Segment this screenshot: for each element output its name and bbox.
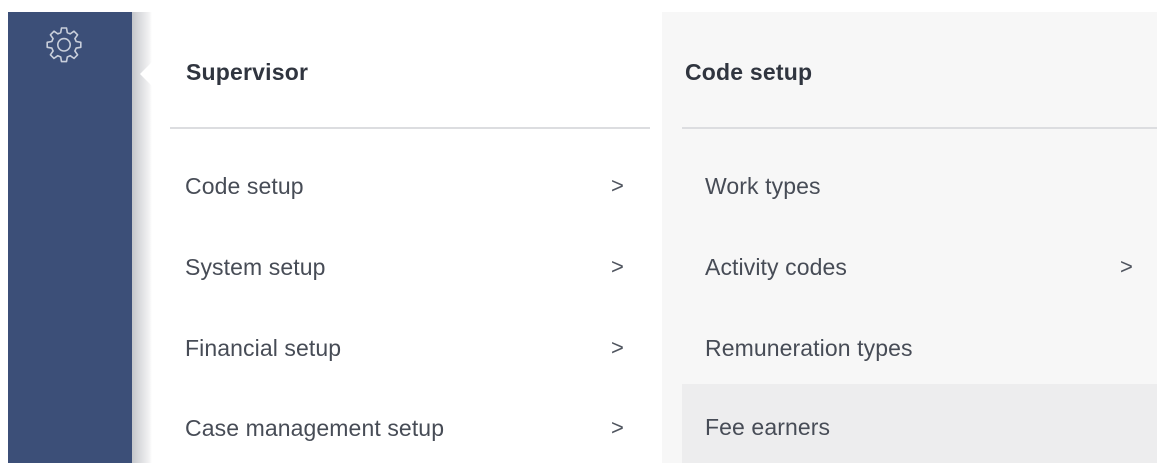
code-setup-panel-title: Code setup bbox=[685, 59, 813, 85]
menu-item-label: Fee earners bbox=[705, 414, 831, 440]
submenu-pointer bbox=[140, 60, 154, 88]
gear-icon[interactable] bbox=[41, 23, 87, 69]
menu-item-label: Case management setup bbox=[185, 415, 445, 441]
chevron-right-icon: > bbox=[611, 335, 624, 360]
chevron-right-icon: > bbox=[611, 415, 624, 440]
divider bbox=[170, 127, 650, 129]
menu-item-activity-codes[interactable]: Activity codes > bbox=[682, 236, 1157, 298]
menu-item-financial-setup[interactable]: Financial setup > bbox=[152, 317, 662, 379]
menu-item-work-types[interactable]: Work types bbox=[682, 155, 1157, 217]
menu-item-code-setup[interactable]: Code setup > bbox=[152, 155, 662, 217]
menu-item-label: Activity codes bbox=[705, 254, 848, 280]
menu-item-system-setup[interactable]: System setup > bbox=[152, 236, 662, 298]
menu-item-label: Code setup bbox=[185, 173, 304, 199]
chevron-right-icon: > bbox=[611, 254, 624, 279]
menu-item-label: Work types bbox=[705, 173, 821, 199]
chevron-right-icon: > bbox=[611, 173, 624, 198]
menu-item-label: Financial setup bbox=[185, 335, 342, 361]
menu-item-case-management-setup[interactable]: Case management setup > bbox=[152, 397, 662, 459]
divider bbox=[682, 127, 1157, 129]
code-setup-menu-panel: Code setup Work types Activity codes > R… bbox=[662, 12, 1157, 463]
menu-item-label: Remuneration types bbox=[705, 335, 913, 361]
settings-sidebar bbox=[8, 12, 132, 463]
chevron-right-icon: > bbox=[1120, 254, 1133, 279]
supervisor-menu-panel: Supervisor Code setup > System setup > F… bbox=[152, 12, 662, 463]
supervisor-panel-title: Supervisor bbox=[186, 59, 309, 85]
menu-item-remuneration-types[interactable]: Remuneration types bbox=[682, 317, 1157, 379]
menu-item-label: System setup bbox=[185, 254, 326, 280]
menu-item-fee-earners[interactable]: Fee earners bbox=[682, 384, 1157, 463]
